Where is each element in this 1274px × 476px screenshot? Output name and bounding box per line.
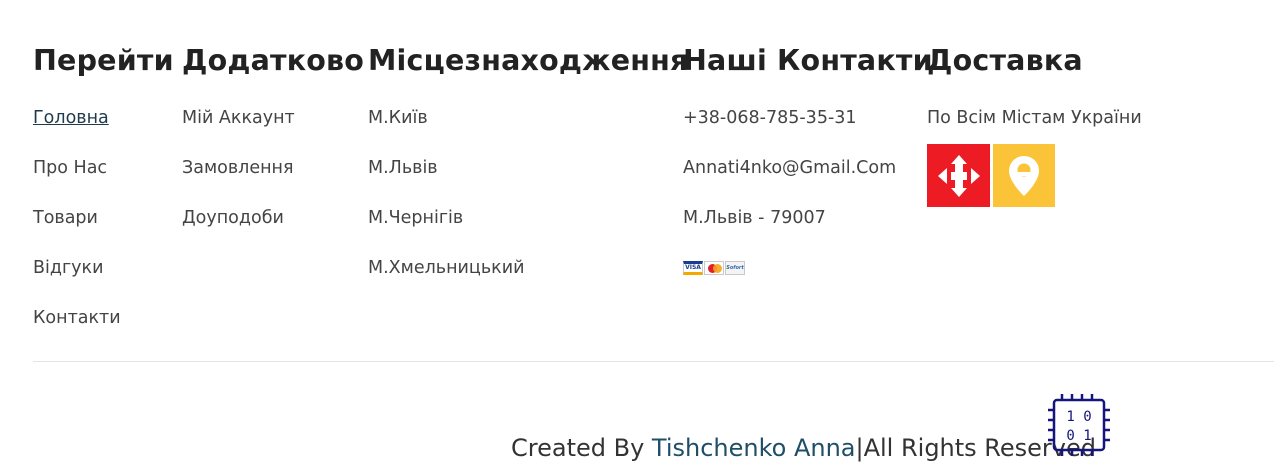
column-title-location: Місцезнаходження — [368, 44, 689, 77]
column-delivery: Доставка По Всім Містам України — [927, 43, 1227, 357]
nav-link-contacts[interactable]: Контакти — [33, 308, 121, 328]
location-chernihiv: М.Чернігів — [368, 208, 464, 228]
list-item: Мій Аккаунт — [182, 107, 368, 157]
extra-links: Мій Аккаунт Замовлення Доуподоби — [182, 107, 368, 257]
column-title-delivery: Доставка — [927, 44, 1083, 77]
list-item: Замовлення — [182, 157, 368, 207]
ukrposhta-logo[interactable] — [993, 144, 1055, 207]
list-item: Про Нас — [33, 157, 182, 207]
list-item: Головна — [33, 107, 182, 157]
list-item: Контакти — [33, 307, 182, 357]
list-item: Доуподоби — [182, 207, 368, 257]
contacts-list: +38-068-785-35-31 Annati4nko@Gmail.Com М… — [683, 107, 927, 283]
contact-address: М.Львів - 79007 — [683, 208, 826, 228]
binary-chip-icon: 1 0 0 1 — [1048, 394, 1110, 456]
chip-text-top: 1 0 — [1066, 409, 1091, 425]
nova-poshta-logo[interactable] — [927, 144, 990, 207]
nav-link-about[interactable]: Про Нас — [33, 158, 107, 178]
chip-text-bottom: 0 1 — [1066, 428, 1091, 444]
payment-methods: VISA Sofort — [683, 257, 927, 283]
location-kyiv: М.Київ — [368, 108, 428, 128]
location-lviv: М.Львів — [368, 158, 438, 178]
navigate-links: Головна Про Нас Товари Відгуки Контакти — [33, 107, 182, 357]
payment-cards: VISA Sofort — [683, 261, 927, 275]
delivery-logos — [927, 144, 1227, 207]
column-title-extra: Додатково — [182, 44, 365, 77]
nav-link-products[interactable]: Товари — [33, 208, 98, 228]
contact-email: Annati4nko@Gmail.Com — [683, 158, 897, 178]
visa-card-icon: VISA — [683, 261, 703, 275]
sofort-icon: Sofort — [725, 261, 745, 275]
location-list: М.Київ М.Львів М.Чернігів М.Хмельницький — [368, 107, 683, 307]
column-location: Місцезнаходження М.Київ М.Львів М.Черніг… — [368, 43, 689, 357]
author-link[interactable]: Tishchenko Anna — [652, 434, 856, 462]
nav-link-reviews[interactable]: Відгуки — [33, 258, 103, 278]
link-wishlist[interactable]: Доуподоби — [182, 208, 284, 228]
column-contacts: Наші Контакти +38-068-785-35-31 Annati4n… — [683, 43, 933, 357]
contact-phone: +38-068-785-35-31 — [683, 108, 857, 128]
column-navigate: Перейти Головна Про Нас Товари Відгуки К… — [33, 43, 182, 357]
link-orders[interactable]: Замовлення — [182, 158, 294, 178]
nav-link-home[interactable]: Головна — [33, 108, 109, 128]
column-title-contacts: Наші Контакти — [683, 44, 933, 77]
list-item: Товари — [33, 207, 182, 257]
created-by-text: Created By — [511, 434, 652, 462]
footer-divider — [33, 361, 1274, 362]
list-item: Відгуки — [33, 257, 182, 307]
column-extra: Додатково Мій Аккаунт Замовлення Доуподо… — [182, 43, 368, 357]
copyright-line: Created By Tishchenko Anna|All Rights Re… — [511, 432, 1096, 464]
mastercard-icon — [704, 261, 724, 275]
link-my-account[interactable]: Мій Аккаунт — [182, 108, 295, 128]
footer-columns: Перейти Головна Про Нас Товари Відгуки К… — [33, 43, 1227, 357]
location-khmelnytskyi: М.Хмельницький — [368, 258, 525, 278]
column-title-navigate: Перейти — [33, 44, 174, 77]
